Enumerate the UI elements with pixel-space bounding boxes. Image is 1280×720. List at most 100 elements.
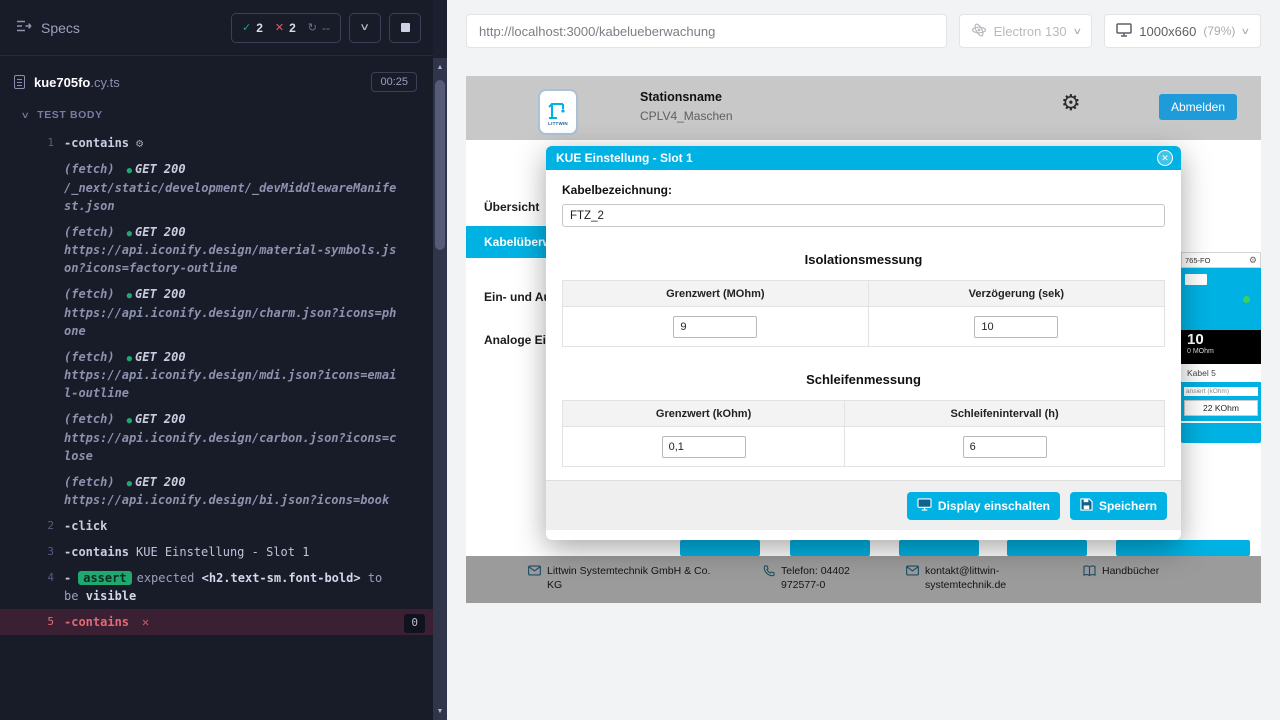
- logout-button[interactable]: Abmelden: [1159, 94, 1237, 120]
- modal-footer: Display einschalten Speichern: [546, 480, 1181, 530]
- stat-pending: ↻--: [308, 21, 330, 35]
- command-fetch[interactable]: (fetch)●GET 200 /_next/static/developmen…: [0, 156, 433, 219]
- electron-icon: [971, 22, 987, 41]
- spec-file-row[interactable]: kue705fo.cy.ts 00:25: [0, 56, 433, 98]
- command-click[interactable]: 2-click: [0, 513, 433, 539]
- column-header: Grenzwert (MOhm): [563, 281, 869, 307]
- kabelbezeichnung-input[interactable]: [562, 204, 1165, 227]
- littwin-logo: LITTWIN: [538, 89, 578, 135]
- save-button[interactable]: Speichern: [1070, 492, 1167, 520]
- mail-icon: [528, 565, 541, 580]
- aut-toolbar: Electron 130 ∨ 1000x660 (79%) ∨: [447, 0, 1280, 62]
- command-fetch[interactable]: (fetch)●GET 200 https://api.iconify.desi…: [0, 344, 433, 407]
- gear-icon[interactable]: ⚙: [1249, 255, 1257, 266]
- settings-gear-icon[interactable]: ⚙: [1061, 92, 1081, 114]
- slot-card-fragment: 765-FO ⚙ 10 0 MOhm Kabel 5 ansiert (kOhm…: [1181, 252, 1261, 443]
- isolationsmessung-table: Grenzwert (MOhm) Verzögerung (sek): [562, 280, 1165, 347]
- element-count-badge: 0: [404, 614, 425, 633]
- scroll-down-icon[interactable]: ▼: [433, 708, 447, 715]
- slot-value-display: 10 0 MOhm: [1181, 330, 1261, 364]
- verzoegerung-sek-input[interactable]: [974, 316, 1058, 338]
- cypress-reporter: Specs ✓2 ✕2 ↻-- ∨ kue705fo.cy.ts 00:25 ∨…: [0, 0, 433, 720]
- specs-list-icon: [16, 19, 32, 36]
- column-header: Grenzwert (kOhm): [563, 401, 845, 427]
- stop-button[interactable]: [389, 13, 421, 43]
- slot-button-fragment[interactable]: [1007, 540, 1087, 556]
- viewport-size: 1000x660: [1139, 24, 1196, 39]
- scroll-up-icon[interactable]: ▲: [433, 64, 447, 71]
- slot-button-fragment[interactable]: [790, 540, 870, 556]
- slot-card-title: 765-FO: [1185, 256, 1210, 265]
- spec-duration: 00:25: [371, 72, 417, 92]
- display-icon: [917, 498, 932, 514]
- spec-file-icon: [14, 75, 25, 89]
- command-assert[interactable]: 4-assertexpected <h2.text-sm.font-bold> …: [0, 565, 433, 609]
- modal-header: KUE Einstellung - Slot 1 ✕: [546, 146, 1181, 170]
- aut-panel: Electron 130 ∨ 1000x660 (79%) ∨ Stations…: [447, 0, 1280, 720]
- display-on-button[interactable]: Display einschalten: [907, 492, 1060, 520]
- command-contains[interactable]: 1-contains⚙: [0, 130, 433, 156]
- test-body-toggle[interactable]: ∨ TEST BODY: [0, 98, 433, 130]
- url-input[interactable]: [466, 14, 947, 48]
- stat-failed: ✕2: [275, 21, 296, 35]
- app-header: Stationsname CPLV4_Maschen ⚙ Abmelden: [466, 76, 1261, 140]
- station-label: Stationsname: [640, 90, 733, 104]
- app-footer: Littwin Systemtechnik GmbH & Co. KG Tele…: [466, 556, 1261, 603]
- column-header: Schleifenintervall (h): [845, 401, 1165, 427]
- command-fetch[interactable]: (fetch)●GET 200 https://api.iconify.desi…: [0, 281, 433, 344]
- gear-icon: ⚙: [136, 136, 143, 150]
- success-dot-icon: ●: [127, 353, 132, 367]
- specs-menu-button[interactable]: Specs: [16, 19, 80, 36]
- command-fetch[interactable]: (fetch)●GET 200 https://api.iconify.desi…: [0, 406, 433, 469]
- footer-phone[interactable]: Telefon: 04402 972577-0: [763, 564, 887, 592]
- column-header: Verzögerung (sek): [868, 281, 1164, 307]
- book-icon: [1083, 565, 1096, 580]
- station-value: CPLV4_Maschen: [640, 109, 733, 123]
- footer-email[interactable]: kontakt@littwin-systemtechnik.de: [906, 564, 1007, 592]
- schleifenintervall-input[interactable]: [963, 436, 1047, 458]
- reporter-controls: ✓2 ✕2 ↻-- ∨: [231, 13, 421, 43]
- save-icon: [1080, 498, 1093, 514]
- viewport-zoom: (79%): [1203, 24, 1235, 38]
- screen: Specs ✓2 ✕2 ↻-- ∨ kue705fo.cy.ts 00:25 ∨…: [0, 0, 1280, 720]
- test-body-label: TEST BODY: [37, 109, 103, 121]
- success-dot-icon: ●: [127, 415, 132, 429]
- reporter-scrollbar[interactable]: ▲ ▼: [433, 0, 447, 720]
- reporter-header: Specs ✓2 ✕2 ↻-- ∨: [0, 0, 433, 56]
- footer-manuals[interactable]: Handbücher: [1083, 564, 1159, 580]
- slot-button-fragment[interactable]: [1190, 540, 1250, 556]
- command-contains-failed[interactable]: 5-contains✕0: [0, 609, 433, 635]
- chevron-down-icon: ∨: [1072, 26, 1082, 37]
- footer-company[interactable]: Littwin Systemtechnik GmbH & Co. KG: [528, 564, 714, 592]
- collapse-button[interactable]: ∨: [349, 13, 381, 43]
- kabelbezeichnung-label: Kabelbezeichnung:: [562, 183, 1165, 197]
- scrollbar-thumb[interactable]: [435, 80, 445, 250]
- slot-button-fragment[interactable]: [680, 540, 760, 556]
- schleifenmessung-table: Grenzwert (kOhm) Schleifenintervall (h): [562, 400, 1165, 467]
- browser-select[interactable]: Electron 130 ∨: [959, 14, 1093, 48]
- assert-badge: assert: [78, 571, 131, 585]
- grenzwert-mohm-input[interactable]: [673, 316, 757, 338]
- check-icon: ✓: [242, 21, 251, 34]
- modal-title: KUE Einstellung - Slot 1: [556, 151, 693, 165]
- success-dot-icon: ●: [127, 228, 132, 242]
- browser-name: Electron 130: [994, 24, 1067, 39]
- monitor-icon: [1116, 23, 1132, 40]
- command-contains[interactable]: 3-containsKUE Einstellung - Slot 1: [0, 539, 433, 565]
- refresh-icon: ↻: [308, 21, 317, 34]
- slot-button-fragment[interactable]: [1181, 423, 1261, 443]
- stop-icon: [401, 23, 410, 32]
- command-fetch[interactable]: (fetch)●GET 200 https://api.iconify.desi…: [0, 219, 433, 282]
- mail-icon: [906, 565, 919, 580]
- slot-button-fragment[interactable]: [899, 540, 979, 556]
- success-dot-icon: ●: [127, 478, 132, 492]
- viewport-select[interactable]: 1000x660 (79%) ∨: [1104, 14, 1261, 48]
- cable-label: Kabel 5: [1181, 364, 1261, 382]
- command-fetch[interactable]: (fetch)●GET 200 https://api.iconify.desi…: [0, 469, 433, 514]
- grenzwert-kohm-input[interactable]: [662, 436, 746, 458]
- slot-button-fragment[interactable]: [1116, 540, 1196, 556]
- close-icon[interactable]: ✕: [1157, 150, 1173, 166]
- stat-passed: ✓2: [242, 21, 263, 35]
- phone-icon: [763, 565, 775, 581]
- schleifenmessung-heading: Schleifenmessung: [562, 372, 1165, 387]
